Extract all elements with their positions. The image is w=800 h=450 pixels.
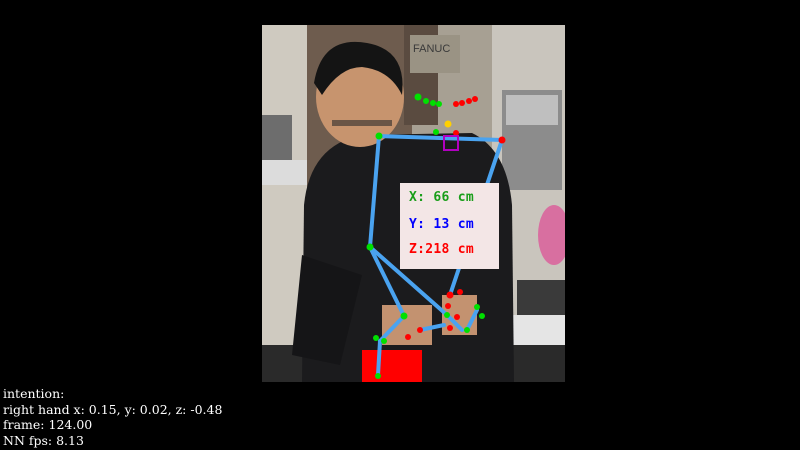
left-forearm bbox=[378, 314, 406, 343]
keypoint bbox=[498, 136, 506, 144]
keypoint bbox=[400, 312, 408, 320]
coordinate-panel: X: 66 cm Y: 13 cm Z:218 cm bbox=[400, 183, 499, 269]
keypoint bbox=[433, 129, 439, 135]
right-hand-readout: right hand x: 0.15, y: 0.02, z: -0.48 bbox=[3, 401, 223, 417]
fps-readout: NN fps: 8.13 bbox=[3, 432, 84, 448]
keypoint bbox=[444, 312, 450, 318]
keypoint bbox=[457, 289, 463, 295]
keypoint bbox=[446, 291, 454, 299]
left-torso bbox=[368, 134, 381, 249]
shoulder-line bbox=[377, 134, 504, 142]
right-hand-link bbox=[465, 308, 479, 332]
frame-readout: frame: 124.00 bbox=[3, 417, 93, 432]
camera-view: FANUC X: 66 cm Y: 13 cm Z:218 cm bbox=[262, 25, 565, 382]
keypoint bbox=[459, 100, 465, 106]
marker-point bbox=[444, 120, 452, 128]
keypoint bbox=[430, 100, 436, 106]
keypoint bbox=[414, 93, 422, 101]
keypoint bbox=[404, 363, 410, 369]
intention-label: intention: bbox=[3, 386, 65, 401]
x-coordinate: X: 66 cm bbox=[409, 190, 475, 205]
keypoint bbox=[472, 96, 478, 102]
keypoint bbox=[375, 373, 381, 379]
z-coordinate: Z:218 cm bbox=[409, 242, 475, 257]
keypoint bbox=[405, 334, 411, 340]
keypoint bbox=[436, 101, 442, 107]
status-readout: intention: right hand x: 0.15, y: 0.02, … bbox=[3, 386, 222, 448]
keypoint bbox=[479, 313, 485, 319]
hand-bridge bbox=[418, 323, 446, 332]
keypoint bbox=[381, 338, 387, 344]
left-elbow-link bbox=[368, 245, 406, 318]
keypoint bbox=[474, 304, 480, 310]
keypoint bbox=[453, 101, 459, 107]
keypoint bbox=[417, 327, 423, 333]
keypoint bbox=[447, 325, 453, 331]
keypoint bbox=[466, 98, 472, 104]
keypoint bbox=[445, 303, 451, 309]
keypoint bbox=[373, 335, 379, 341]
keypoint bbox=[464, 327, 470, 333]
keypoint bbox=[375, 132, 383, 140]
left-hand-link bbox=[376, 339, 382, 377]
keypoint bbox=[423, 98, 429, 104]
keypoint bbox=[366, 243, 374, 251]
keypoint bbox=[454, 314, 460, 320]
y-coordinate: Y: 13 cm bbox=[409, 217, 475, 232]
